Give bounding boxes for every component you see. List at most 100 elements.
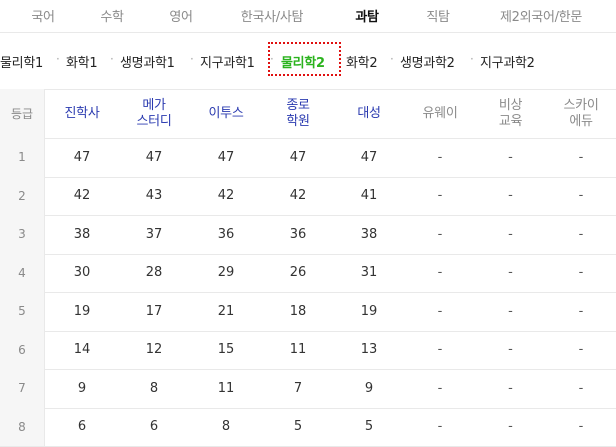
cutoff-cell: 11 [289, 342, 307, 358]
cutoff-cell: 5 [293, 419, 303, 435]
provider-header-line: 종로 [286, 97, 310, 113]
subject-item-6[interactable]: 생명과학2 [400, 52, 455, 71]
subject-separator: · [56, 52, 60, 66]
table-row: 5 19 17 21 18 19 - - - [0, 292, 616, 331]
cutoff-cell: 42 [289, 188, 307, 204]
cutoff-cell: - [578, 419, 584, 435]
cutoff-cell: - [437, 188, 443, 204]
cutoff-cell: 5 [364, 419, 374, 435]
subject-item-1[interactable]: 화학1 [66, 52, 98, 71]
provider-header-line: 스터디 [136, 113, 172, 129]
subject-separator: · [390, 52, 394, 66]
cutoff-cell: 21 [217, 303, 235, 319]
tab-0[interactable]: 국어 [31, 6, 55, 25]
cutoff-cell: 29 [217, 265, 235, 281]
cutoff-cell: 6 [149, 419, 159, 435]
provider-header-line: 학원 [286, 113, 310, 129]
subject-item-7[interactable]: 지구과학2 [480, 52, 535, 71]
grade-cell: 5 [0, 292, 44, 331]
cutoff-cell: 19 [360, 303, 378, 319]
cutoff-cell: 30 [73, 265, 91, 281]
grade-cell: 4 [0, 253, 44, 292]
cutoff-cell: - [508, 188, 513, 204]
subject-separator: · [470, 52, 474, 66]
provider-header-7: 스카이 에듀 [546, 89, 616, 138]
cutoff-cell: 8 [149, 380, 159, 396]
cutoff-cell: - [578, 226, 584, 242]
cutoff-cell: 12 [145, 342, 163, 358]
cutoff-cell: - [578, 265, 584, 281]
cutoff-cell: 36 [289, 226, 307, 242]
cutoff-cell: 38 [360, 226, 378, 242]
provider-header-4: 대성 [333, 89, 405, 138]
cutoff-cell: 31 [360, 265, 378, 281]
provider-header-3: 종로 학원 [263, 89, 333, 138]
tab-4[interactable]: 과탐 [355, 6, 379, 25]
table-row: 3 38 37 36 36 38 - - - [0, 215, 616, 254]
provider-header-line: 메가 [142, 97, 166, 113]
cutoff-cell: - [508, 419, 513, 435]
cutoff-cell: - [578, 380, 584, 396]
tab-5[interactable]: 직탐 [426, 6, 450, 25]
subject-category-tabs: 국어 수학 영어 한국사/사탐 과탐 직탐 제2외국어/한문 [0, 0, 616, 32]
cutoff-cell: 14 [73, 342, 91, 358]
grade-cell: 3 [0, 215, 44, 254]
provider-header-line: 에듀 [569, 113, 593, 129]
cutoff-cell: - [508, 303, 513, 319]
table-row: 7 9 8 11 7 9 - - - [0, 369, 616, 408]
selected-subject-highlight [268, 42, 341, 76]
cutoff-cell: 8 [221, 419, 231, 435]
cutoff-cell: 37 [145, 226, 163, 242]
subject-separator: · [190, 52, 194, 66]
cutoff-cell: 17 [145, 303, 163, 319]
cutoff-cell: 47 [289, 149, 307, 165]
cutoff-cell: 38 [73, 226, 91, 242]
cutoff-cell: - [578, 342, 584, 358]
cutoff-cell: 47 [145, 149, 163, 165]
tab-1[interactable]: 수학 [100, 6, 124, 25]
provider-header-line: 진학사 [64, 105, 100, 121]
cutoff-cell: - [508, 342, 513, 358]
cutoff-cell: - [437, 342, 443, 358]
cutoff-cell: 9 [364, 380, 374, 396]
subject-item-3[interactable]: 지구과학1 [200, 52, 255, 71]
subject-item-2[interactable]: 생명과학1 [120, 52, 175, 71]
cutoff-cell: - [437, 149, 443, 165]
subject-item-5[interactable]: 화학2 [346, 52, 378, 71]
cutoff-cell: 13 [360, 342, 378, 358]
provider-header-2: 이투스 [189, 89, 263, 138]
grade-cell: 2 [0, 176, 44, 215]
cutoff-cell: - [437, 265, 443, 281]
cutoff-cell: - [508, 265, 513, 281]
cutoff-cell: - [508, 380, 513, 396]
cutoff-cell: 18 [289, 303, 307, 319]
cutoff-cell: 47 [360, 149, 378, 165]
tab-3[interactable]: 한국사/사탐 [241, 6, 304, 25]
provider-header-line: 스카이 [563, 97, 599, 113]
cutoff-cell: - [578, 149, 584, 165]
cutoff-cell: 9 [77, 380, 87, 396]
cutoff-cell: - [508, 226, 513, 242]
subject-separator: · [110, 52, 114, 66]
grade-cell: 1 [0, 138, 44, 177]
cutoff-cell: 41 [360, 188, 378, 204]
cutoff-cell: - [437, 226, 443, 242]
cutoff-cell: 36 [217, 226, 235, 242]
table-header-row: 등급 진학사 메가 스터디 이투스 종로 학원 대성 유웨이 비상 교육 스카이 에듀 [0, 89, 616, 138]
provider-header-line: 대성 [357, 105, 381, 121]
cutoff-cell: 11 [217, 380, 235, 396]
cutoff-cell: 15 [217, 342, 235, 358]
cutoff-cell: 19 [73, 303, 91, 319]
provider-header-line: 교육 [498, 113, 523, 129]
cutoff-cell: - [437, 303, 443, 319]
subject-item-0[interactable]: 물리학1 [0, 52, 43, 71]
cutoff-cell: 6 [77, 419, 87, 435]
tab-2[interactable]: 영어 [169, 6, 193, 25]
provider-header-1: 메가 스터디 [119, 89, 189, 138]
provider-header-5: 유웨이 [405, 89, 475, 138]
tab-6[interactable]: 제2외국어/한문 [500, 6, 582, 25]
provider-header-0: 진학사 [45, 89, 119, 138]
table-row: 8 6 6 8 5 5 - - - [0, 407, 616, 446]
grade-cell: 6 [0, 330, 44, 369]
cutoff-cell: 43 [145, 188, 163, 204]
